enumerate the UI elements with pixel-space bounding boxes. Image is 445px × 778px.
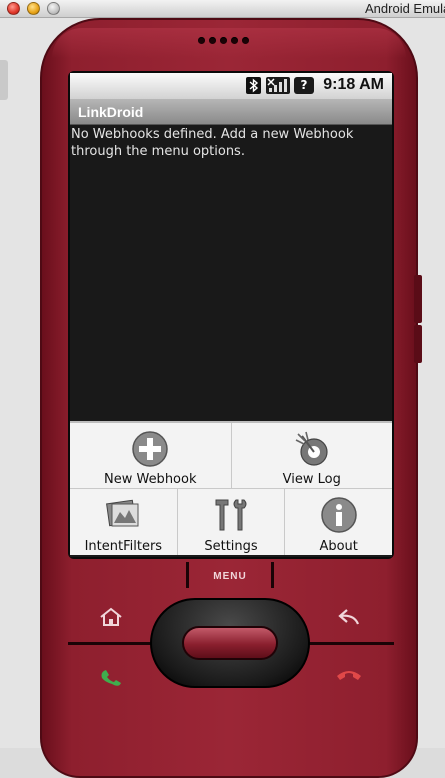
info-icon bbox=[320, 496, 358, 538]
home-icon[interactable] bbox=[98, 606, 124, 632]
menu-item-settings[interactable]: Settings bbox=[178, 489, 286, 555]
call-icon[interactable] bbox=[98, 664, 126, 690]
menu-item-label: View Log bbox=[282, 472, 341, 487]
phone-screen: ? 9:18 AM LinkDroid No Webhooks defined.… bbox=[70, 73, 392, 557]
minimize-window-button[interactable] bbox=[27, 2, 40, 15]
options-menu: New Webhook View Log IntentFilters Setti… bbox=[70, 421, 392, 555]
empty-state-message: No Webhooks defined. Add a new Webhook t… bbox=[71, 127, 354, 159]
phone-body: ? 9:18 AM LinkDroid No Webhooks defined.… bbox=[40, 18, 422, 778]
window-title-bar: Android Emulator bbox=[0, 0, 445, 18]
end-call-icon[interactable] bbox=[334, 664, 364, 688]
unknown-network-icon: ? bbox=[294, 77, 314, 94]
gallery-icon bbox=[104, 496, 142, 536]
app-title: LinkDroid bbox=[70, 99, 392, 125]
options-menu-row: IntentFilters Settings About bbox=[70, 489, 392, 555]
earpiece-speaker bbox=[198, 37, 249, 44]
menu-hardware-key[interactable]: MENU bbox=[186, 562, 274, 590]
volume-button[interactable] bbox=[414, 275, 422, 323]
status-clock: 9:18 AM bbox=[323, 76, 384, 93]
close-window-button[interactable] bbox=[7, 2, 20, 15]
back-icon[interactable] bbox=[336, 606, 362, 632]
log-icon bbox=[292, 430, 332, 472]
menu-item-label: Settings bbox=[204, 539, 258, 554]
menu-item-label: About bbox=[319, 539, 358, 554]
status-bar[interactable]: ? 9:18 AM bbox=[70, 73, 392, 99]
trackball[interactable] bbox=[182, 626, 278, 660]
menu-item-intent-filters[interactable]: IntentFilters bbox=[70, 489, 178, 555]
camera-button[interactable] bbox=[414, 325, 422, 363]
signal-icon bbox=[266, 77, 290, 94]
menu-item-new-webhook[interactable]: New Webhook bbox=[70, 423, 232, 488]
menu-item-label: New Webhook bbox=[103, 472, 197, 487]
zoom-window-button[interactable] bbox=[47, 2, 60, 15]
window-title: Android Emulator bbox=[365, 1, 445, 16]
menu-item-view-log[interactable]: View Log bbox=[232, 423, 393, 488]
window-edge-tab bbox=[0, 60, 8, 100]
menu-item-label: IntentFilters bbox=[84, 539, 163, 554]
menu-key-label: MENU bbox=[213, 571, 247, 582]
options-menu-row: New Webhook View Log bbox=[70, 423, 392, 489]
add-icon bbox=[131, 430, 169, 472]
bluetooth-icon bbox=[246, 77, 261, 94]
tools-icon bbox=[212, 496, 250, 538]
menu-item-about[interactable]: About bbox=[285, 489, 392, 555]
